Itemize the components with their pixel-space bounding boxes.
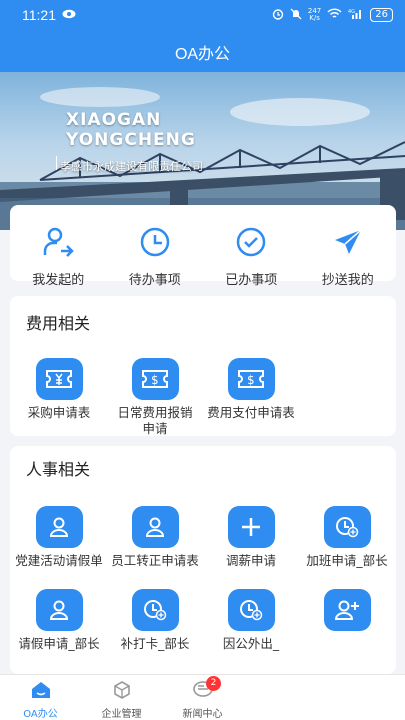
section-title: 费用相关 [26,314,91,333]
user-send-icon [41,225,75,263]
user-add-icon [323,589,371,631]
eye-icon [62,8,76,22]
app-label: 采购申请表 [27,405,91,420]
app-business-trip[interactable]: 因公外出_ [203,589,299,652]
app-label: 补打卡_部长 [120,636,190,651]
user-icon [35,589,83,631]
check-circle-icon [234,225,268,263]
app-add-employee[interactable] [299,589,395,636]
app-label: 加班申请_部长 [306,553,388,568]
plus-icon [227,506,275,548]
clock-plus-icon [227,589,275,631]
app-makeup-clockin[interactable]: 补打卡_部长 [107,589,203,652]
app-label: 费用支付申请表 [207,405,295,420]
paper-plane-icon [331,225,365,263]
notification-badge: 2 [206,676,221,691]
tab-news-center[interactable]: 2 新闻中心 [162,675,243,720]
expense-section: 费用相关 采购申请表 $ 日常费用报销申请 $ 费用支付申请表 [10,296,396,436]
hr-section: 人事相关 党建活动请假单 员工转正申请表 调薪申请 加班申请_部长 请假申请_部… [10,446,396,674]
app-leave-minister[interactable]: 请假申请_部长 [11,589,107,652]
svg-text:$: $ [247,373,255,387]
tab-label: OA办公 [23,709,58,720]
tab-enterprise-management[interactable]: 企业管理 [81,675,162,720]
tab-label: 新闻中心 [182,709,223,720]
quick-action-label: 待办事项 [128,273,181,288]
battery-indicator: 26 [370,8,393,22]
clock-plus-icon [323,506,371,548]
quick-action-initiated[interactable]: 我发起的 [10,205,107,288]
signal-icon: 4G [348,8,364,22]
user-icon [131,506,179,548]
app-label: 因公外出_ [222,636,280,651]
app-label: 调薪申请 [225,553,276,568]
app-label: 员工转正申请表 [111,553,199,568]
svg-text:4G: 4G [348,9,355,15]
dollar-ticket-icon: $ [227,358,275,400]
banner-divider [56,156,57,170]
quick-actions-card: 我发起的 待办事项 已办事项 抄送我的 [10,205,397,288]
clock-icon [138,225,172,263]
mute-icon [290,8,302,23]
status-icons: 247 K/s 4G 26 [272,8,393,23]
quick-action-label: 已办事项 [225,273,278,288]
app-payment-request[interactable]: $ 费用支付申请表 [203,358,299,421]
cube-icon [112,680,132,704]
svg-text:$: $ [151,373,159,387]
alarm-icon [272,8,284,23]
app-header: 11:21 247 K/s 4G 26 OA办公 [0,0,405,72]
home-icon [30,680,52,704]
app-daily-expense[interactable]: $ 日常费用报销申请 [107,358,203,437]
app-salary-adjustment[interactable]: 调薪申请 [203,506,299,569]
app-party-leave[interactable]: 党建活动请假单 [11,506,107,569]
user-icon [35,506,83,548]
yuan-ticket-icon [35,358,83,400]
quick-action-todo[interactable]: 待办事项 [107,205,204,288]
clock-plus-icon [131,589,179,631]
quick-action-cc[interactable]: 抄送我的 [300,205,397,288]
banner-company-name: 孝感市永成建设有限责任公司 [60,160,203,173]
banner-title-line1: XIAOGAN [66,110,162,130]
quick-action-label: 我发起的 [32,273,85,288]
dollar-ticket-icon: $ [131,358,179,400]
tab-label: 企业管理 [101,709,142,720]
status-bar: 11:21 247 K/s 4G 26 [0,0,405,30]
app-title: OA办公 [174,46,231,63]
network-speed: 247 K/s [307,7,322,22]
app-label: 请假申请_部长 [18,636,100,651]
tab-oa-office[interactable]: OA办公 [0,675,81,720]
app-label: 党建活动请假单 [15,553,103,568]
status-time: 11:21 [22,7,56,23]
section-title: 人事相关 [26,460,91,479]
quick-action-label: 抄送我的 [321,273,374,288]
banner-title-line2: YONGCHENG [66,130,196,150]
app-label: 日常费用报销申请 [117,405,193,436]
app-employee-regularization[interactable]: 员工转正申请表 [107,506,203,569]
bottom-tab-bar: OA办公 企业管理 2 新闻中心 [0,674,405,720]
app-purchase-request[interactable]: 采购申请表 [11,358,107,421]
app-overtime-minister[interactable]: 加班申请_部长 [299,506,395,569]
quick-action-done[interactable]: 已办事项 [203,205,300,288]
wifi-icon [327,8,342,22]
